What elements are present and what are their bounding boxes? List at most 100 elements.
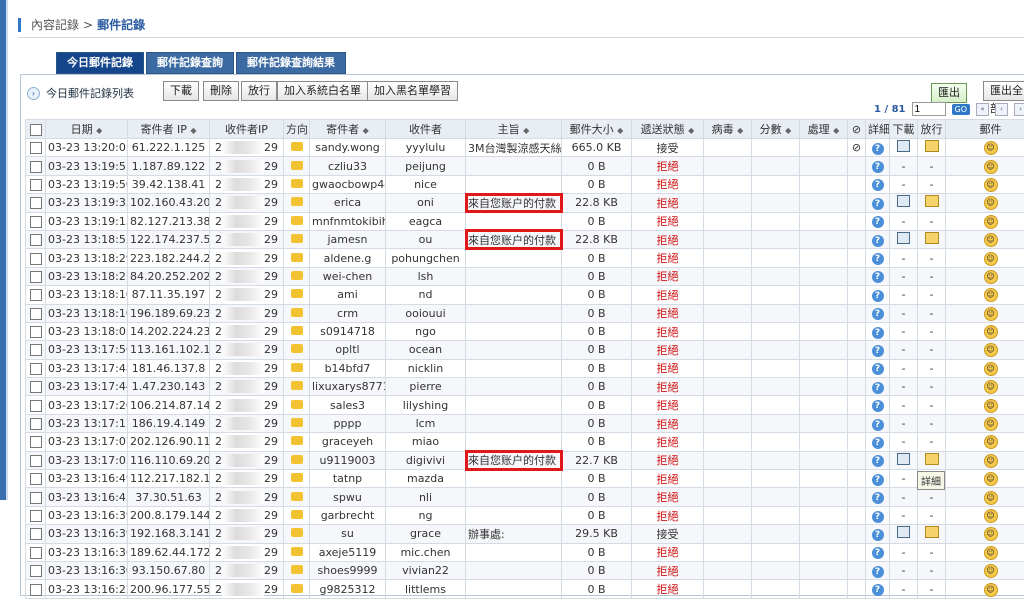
- cell-mail[interactable]: ☺: [946, 359, 1024, 377]
- mail-status-icon[interactable]: ☺: [984, 233, 998, 247]
- table-row[interactable]: 03-23 13:18:1087.11.35.197200000029amind…: [26, 286, 1024, 304]
- export-button[interactable]: 匯出: [931, 83, 967, 103]
- cell-mail[interactable]: ☺: [946, 249, 1024, 267]
- detail-icon[interactable]: ?: [872, 363, 884, 375]
- row-checkbox[interactable]: [26, 304, 46, 322]
- cell-subject[interactable]: [466, 470, 562, 488]
- checkbox[interactable]: [30, 528, 42, 540]
- table-row[interactable]: 03-23 13:16:39192.168.3.141200000029sugr…: [26, 525, 1024, 543]
- breadcrumb-parent[interactable]: 內容記錄: [31, 16, 79, 33]
- mail-status-icon[interactable]: ☺: [984, 491, 998, 505]
- cell-detail[interactable]: ?: [866, 175, 890, 193]
- cell-download[interactable]: [890, 194, 918, 212]
- row-checkbox[interactable]: [26, 157, 46, 175]
- cell-subject[interactable]: [466, 543, 562, 561]
- cell-download[interactable]: -: [890, 543, 918, 561]
- cell-mail[interactable]: ☺: [946, 451, 1024, 469]
- cell-subject[interactable]: [466, 580, 562, 598]
- row-checkbox[interactable]: [26, 194, 46, 212]
- cell-mail[interactable]: ☺: [946, 414, 1024, 432]
- tab-mail-log-query-result[interactable]: 郵件記錄查詢結果: [236, 52, 346, 74]
- mail-status-icon[interactable]: ☺: [984, 215, 998, 229]
- row-checkbox[interactable]: [26, 506, 46, 524]
- mail-status-icon[interactable]: ☺: [984, 160, 998, 174]
- cell-mail[interactable]: ☺: [946, 396, 1024, 414]
- release-icon[interactable]: [925, 140, 939, 152]
- download-button[interactable]: 下載: [163, 81, 199, 101]
- cell-detail[interactable]: ?: [866, 249, 890, 267]
- export-all-button[interactable]: 匯出全部: [983, 81, 1024, 101]
- cell-release[interactable]: [918, 230, 946, 248]
- detail-icon[interactable]: ?: [872, 400, 884, 412]
- cell-release[interactable]: -: [918, 561, 946, 579]
- checkbox[interactable]: [30, 565, 42, 577]
- cell-release[interactable]: -: [918, 359, 946, 377]
- table-row[interactable]: 03-23 13:16:36189.62.44.172200000029axej…: [26, 543, 1024, 561]
- mail-status-icon[interactable]: ☺: [984, 343, 998, 357]
- cell-release[interactable]: [918, 451, 946, 469]
- mail-status-icon[interactable]: ☺: [984, 288, 998, 302]
- cell-detail[interactable]: ?: [866, 341, 890, 359]
- download-icon[interactable]: [897, 195, 910, 207]
- checkbox[interactable]: [30, 253, 42, 265]
- cell-mail[interactable]: ☺: [946, 433, 1024, 451]
- mail-status-icon[interactable]: ☺: [984, 527, 998, 541]
- row-checkbox[interactable]: [26, 470, 46, 488]
- cell-release[interactable]: -: [918, 433, 946, 451]
- col-status[interactable]: 遞送狀態 ◆: [632, 120, 704, 139]
- cell-subject[interactable]: 來自您账户的付款: [466, 451, 562, 469]
- col-score[interactable]: 分數 ◆: [752, 120, 800, 139]
- detail-icon[interactable]: ?: [872, 327, 884, 339]
- cell-release[interactable]: -: [918, 157, 946, 175]
- cell-mail[interactable]: ☺: [946, 525, 1024, 543]
- cell-mail[interactable]: ☺: [946, 267, 1024, 285]
- row-checkbox[interactable]: [26, 451, 46, 469]
- col-sender-ip[interactable]: 寄件者 IP ◆: [128, 120, 210, 139]
- cell-detail[interactable]: ?: [866, 139, 890, 157]
- cell-download[interactable]: -: [890, 414, 918, 432]
- cell-subject[interactable]: 來自您账户的付款: [466, 230, 562, 248]
- cell-detail[interactable]: ?: [866, 433, 890, 451]
- mail-status-icon[interactable]: ☺: [984, 417, 998, 431]
- col-virus[interactable]: 病毒 ◆: [704, 120, 752, 139]
- cell-release[interactable]: -: [918, 341, 946, 359]
- row-checkbox[interactable]: [26, 359, 46, 377]
- cell-release[interactable]: [918, 525, 946, 543]
- checkbox[interactable]: [30, 381, 42, 393]
- cell-release[interactable]: -: [918, 249, 946, 267]
- download-icon[interactable]: [897, 232, 910, 244]
- cell-release[interactable]: -: [918, 396, 946, 414]
- cell-subject[interactable]: [466, 286, 562, 304]
- cell-detail[interactable]: ?: [866, 525, 890, 543]
- cell-release[interactable]: -: [918, 175, 946, 193]
- go-button[interactable]: GO: [952, 104, 971, 115]
- cell-subject[interactable]: [466, 488, 562, 506]
- checkbox[interactable]: [30, 216, 42, 228]
- row-checkbox[interactable]: [26, 414, 46, 432]
- release-icon[interactable]: [925, 232, 939, 244]
- cell-download[interactable]: -: [890, 249, 918, 267]
- cell-download[interactable]: -: [890, 580, 918, 598]
- row-checkbox[interactable]: [26, 175, 46, 193]
- cell-subject[interactable]: 來自您账户的付款: [466, 194, 562, 212]
- cell-subject[interactable]: [466, 175, 562, 193]
- cell-mail[interactable]: ☺: [946, 175, 1024, 193]
- cell-release[interactable]: -: [918, 580, 946, 598]
- cell-detail[interactable]: ?: [866, 286, 890, 304]
- cell-detail[interactable]: ?: [866, 304, 890, 322]
- cell-download[interactable]: [890, 525, 918, 543]
- cell-release[interactable]: -: [918, 304, 946, 322]
- cell-detail[interactable]: ?: [866, 414, 890, 432]
- release-icon[interactable]: [925, 453, 939, 465]
- release-icon[interactable]: [925, 195, 939, 207]
- cell-release[interactable]: -: [918, 488, 946, 506]
- detail-icon[interactable]: ?: [872, 419, 884, 431]
- cell-mail[interactable]: ☺: [946, 378, 1024, 396]
- detail-icon[interactable]: ?: [872, 216, 884, 228]
- cell-detail[interactable]: ?: [866, 157, 890, 175]
- row-checkbox[interactable]: [26, 212, 46, 230]
- checkbox[interactable]: [30, 510, 42, 522]
- checkbox[interactable]: [30, 473, 42, 485]
- cell-release[interactable]: -: [918, 212, 946, 230]
- detail-icon[interactable]: ?: [872, 437, 884, 449]
